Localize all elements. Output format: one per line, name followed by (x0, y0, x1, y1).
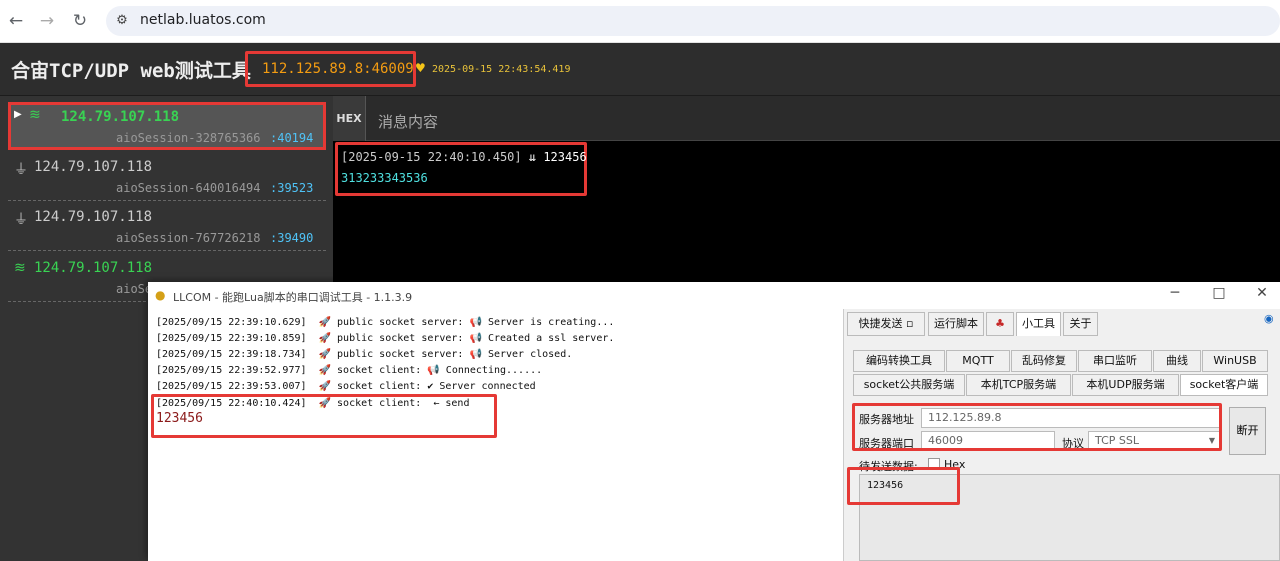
server-time: 2025-09-15 22:43:54.419 (432, 64, 571, 75)
subtab-mqtt[interactable]: MQTT (946, 350, 1010, 372)
tab-quick-send[interactable]: 快捷发送 ▫ (847, 312, 925, 336)
message-line: [2025-09-15 22:40:10.450] ⇊ 123456 (341, 150, 587, 164)
subtab-tcp-server[interactable]: 本机TCP服务端 (966, 374, 1071, 396)
tab-lua-icon[interactable]: ♣ (986, 312, 1014, 336)
message-text: 123456 (543, 150, 587, 164)
wifi-icon: ≋ (29, 107, 41, 123)
plug-icon: ⏚ (14, 162, 28, 178)
subtab-serial-monitor[interactable]: 串口监听 (1078, 350, 1152, 372)
site-info-icon[interactable]: ⚙ (112, 11, 132, 31)
page-title: 合宙TCP/UDP web测试工具 (11, 60, 251, 82)
subtab-winusb[interactable]: WinUSB (1202, 350, 1268, 372)
session-item[interactable]: ⏚ 124.79.107.118 aioSession-767726218 :3… (8, 203, 326, 251)
address-bar[interactable] (106, 6, 1280, 36)
message-input-bar (333, 96, 1280, 141)
session-port: :39523 (270, 181, 314, 195)
message-time: [2025-09-15 22:40:10.450] (341, 150, 522, 164)
server-address: 112.125.89.8:46009 (262, 61, 414, 77)
subtab-udp-server[interactable]: 本机UDP服务端 (1072, 374, 1179, 396)
session-port: :40194 (270, 131, 314, 145)
session-port: :39490 (270, 231, 314, 245)
session-ip: 124.79.107.118 (61, 109, 180, 125)
plug-icon: ⏚ (14, 212, 28, 228)
log-line: [2025/09/15 22:39:52.977] 🚀 socket clien… (156, 365, 543, 376)
minimize-icon[interactable]: ─ (1160, 285, 1190, 301)
expand-arrow-icon: ▶ (14, 109, 22, 120)
session-item[interactable]: ▶ ≋ 124.79.107.118 aioSession-328765366 … (8, 102, 326, 150)
back-icon[interactable]: ← (4, 9, 28, 33)
highlight-box (151, 394, 497, 438)
tab-tools[interactable]: 小工具 (1016, 312, 1061, 336)
session-name: aioSession-640016494 (116, 181, 261, 195)
forward-icon[interactable]: → (35, 9, 59, 33)
log-line: [2025/09/15 22:39:53.007] 🚀 socket clien… (156, 381, 536, 392)
highlight-box (847, 467, 960, 505)
globe-icon[interactable]: ◉ (1264, 312, 1274, 325)
session-ip: 124.79.107.118 (34, 260, 153, 276)
tab-run-script[interactable]: 运行脚本 (928, 312, 984, 336)
log-line: [2025/09/15 22:39:10.629] 🚀 public socke… (156, 317, 615, 328)
message-input[interactable]: 消息内容 (378, 111, 438, 132)
receive-icon: ⇊ (528, 150, 537, 164)
message-hex: 313233343536 (341, 171, 428, 185)
window-title: LLCOM - 能跑Lua脚本的串口调试工具 - 1.1.3.9 (173, 291, 413, 304)
maximize-icon[interactable]: □ (1204, 285, 1234, 301)
wifi-icon: ≋ (14, 260, 26, 276)
tab-about[interactable]: 关于 (1063, 312, 1098, 336)
close-icon[interactable]: ✕ (1247, 285, 1277, 301)
llcom-logo-icon: ● (155, 288, 166, 302)
log-line: [2025/09/15 22:39:18.734] 🚀 public socke… (156, 349, 573, 360)
subtab-garble-fix[interactable]: 乱码修复 (1011, 350, 1077, 372)
log-line: [2025/09/15 22:39:10.859] 🚀 public socke… (156, 333, 615, 344)
reload-icon[interactable]: ↻ (68, 9, 92, 33)
subtab-public-server[interactable]: socket公共服务端 (853, 374, 965, 396)
session-name: aioSe (116, 282, 153, 296)
session-ip: 124.79.107.118 (34, 159, 153, 175)
session-name: aioSession-767726218 (116, 231, 261, 245)
url-text[interactable]: netlab.luatos.com (140, 12, 266, 28)
subtab-curve[interactable]: 曲线 (1153, 350, 1201, 372)
highlight-box (852, 403, 1222, 451)
heart-icon: ♥ (415, 61, 426, 75)
disconnect-button[interactable]: 断开 (1229, 407, 1266, 455)
hex-toggle-button[interactable]: HEX (333, 96, 366, 141)
session-item[interactable]: ⏚ 124.79.107.118 aioSession-640016494 :3… (8, 153, 326, 201)
subtab-encoding[interactable]: 编码转换工具 (853, 350, 945, 372)
subtab-socket-client[interactable]: socket客户端 (1180, 374, 1268, 396)
session-ip: 124.79.107.118 (34, 209, 153, 225)
session-name: aioSession-328765366 (116, 131, 261, 145)
